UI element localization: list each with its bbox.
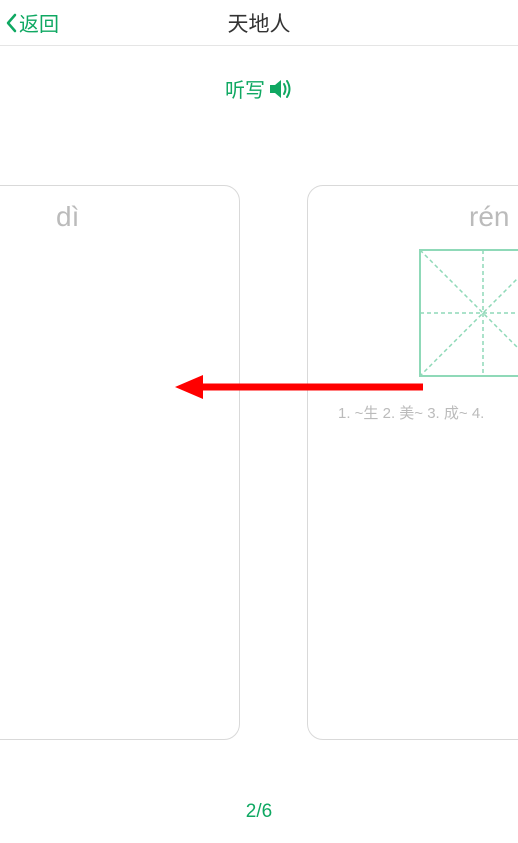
swipe-arrow-annotation	[175, 372, 425, 402]
writing-grid[interactable]	[418, 248, 518, 378]
page-title: 天地人	[228, 8, 291, 38]
back-label: 返回	[19, 8, 59, 37]
flashcard-next[interactable]: rén 1. ~生 2. 美~ 3. 成~ 4.	[307, 185, 518, 740]
example-words: ~ 3. 草~ 4. ~方 5. 天~	[0, 402, 239, 423]
cards-carousel[interactable]: dì ~ 3. 草~ 4. ~方 5. 天~ rén 1. ~生 2. 美~	[0, 185, 518, 755]
example-words: 1. ~生 2. 美~ 3. 成~ 4.	[308, 402, 518, 423]
flashcard-current[interactable]: dì ~ 3. 草~ 4. ~方 5. 天~	[0, 185, 240, 740]
listen-write-label: 听写	[225, 74, 265, 103]
pinyin-text: rén	[308, 201, 518, 233]
speaker-icon	[267, 76, 293, 102]
chevron-left-icon	[5, 13, 17, 33]
header-bar: 返回 天地人	[0, 0, 518, 46]
back-button[interactable]: 返回	[0, 8, 64, 37]
page-indicator: 2/6	[246, 801, 272, 823]
listen-write-button[interactable]: 听写	[0, 74, 518, 103]
pinyin-text: dì	[0, 201, 239, 233]
